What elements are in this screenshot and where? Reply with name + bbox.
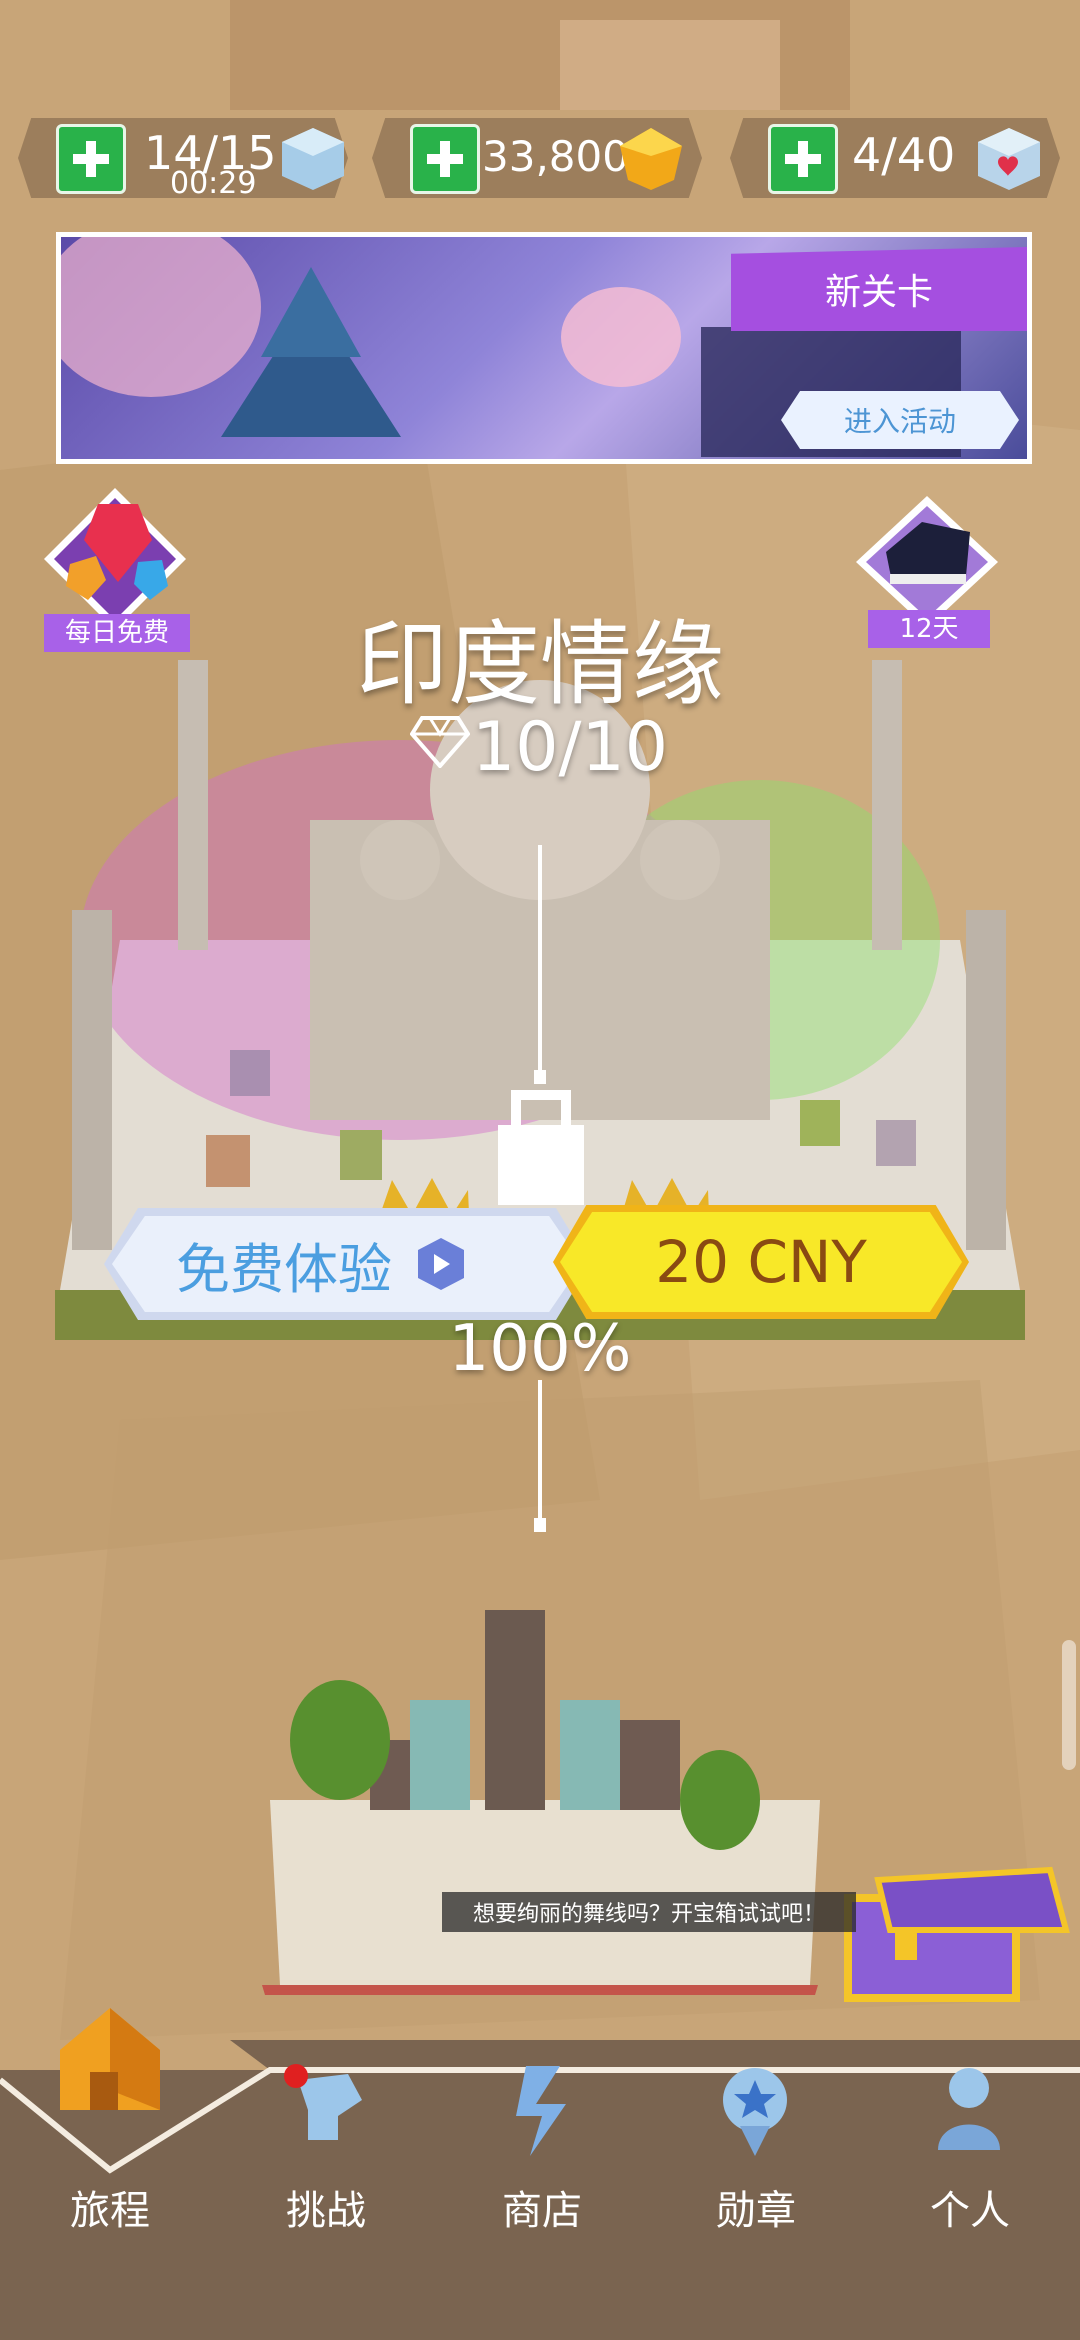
completion-percent: 100% (448, 1312, 632, 1386)
ice-cube-icon (282, 128, 344, 190)
add-gems-button[interactable] (410, 124, 480, 194)
shop-icon (516, 2066, 566, 2156)
heart-counter: 4/40 (730, 118, 1060, 198)
nav-medal-label: 勋章 (716, 2188, 796, 2234)
add-energy-button[interactable] (56, 124, 126, 194)
profile-icon (938, 2068, 1000, 2150)
treasure-chest[interactable] (846, 1860, 1066, 2010)
chest-tip: 想要绚丽的舞线吗？开宝箱试试吧！ (442, 1892, 856, 1932)
nav-profile[interactable] (914, 2060, 1024, 2170)
energy-timer: 00:29 (170, 166, 257, 201)
gold-gem-icon (620, 128, 682, 190)
gem-value: 33,800 (482, 132, 629, 181)
medal-icon (723, 2068, 787, 2156)
nav-profile-label: 个人 (930, 2188, 1010, 2234)
diamond-progress: 10/10 (472, 708, 668, 787)
free-trial-label: 免费体验 (176, 1237, 392, 1301)
heart-cube-icon (978, 128, 1040, 190)
nav-challenge[interactable] (270, 2060, 380, 2170)
free-trial-button[interactable]: 免费体验 (112, 1216, 582, 1312)
challenge-icon (284, 2064, 362, 2140)
nav-journey-label: 旅程 (70, 2188, 150, 2234)
energy-counter: 14/15 00:29 (18, 118, 348, 201)
nav-medal[interactable] (700, 2060, 810, 2170)
gem-counter: 33,800 (372, 118, 702, 198)
nav-challenge-label: 挑战 (286, 2188, 366, 2234)
buy-button[interactable]: 20 CNY (560, 1212, 962, 1312)
enter-event-button[interactable]: 进入活动 (781, 391, 1019, 449)
scrollbar-thumb[interactable] (1062, 1640, 1076, 1770)
nav-shop-label: 商店 (502, 2188, 582, 2234)
nav-shop[interactable] (486, 2060, 596, 2170)
video-play-icon (418, 1238, 464, 1290)
event-banner[interactable]: 新关卡 进入活动 (56, 232, 1032, 464)
level-title: 印度情缘 (355, 611, 724, 718)
heart-value: 4/40 (852, 128, 956, 182)
house-icon (60, 2008, 160, 2110)
add-hearts-button[interactable] (768, 124, 838, 194)
nav-journey[interactable] (40, 2000, 180, 2150)
new-level-ribbon: 新关卡 (731, 247, 1027, 331)
